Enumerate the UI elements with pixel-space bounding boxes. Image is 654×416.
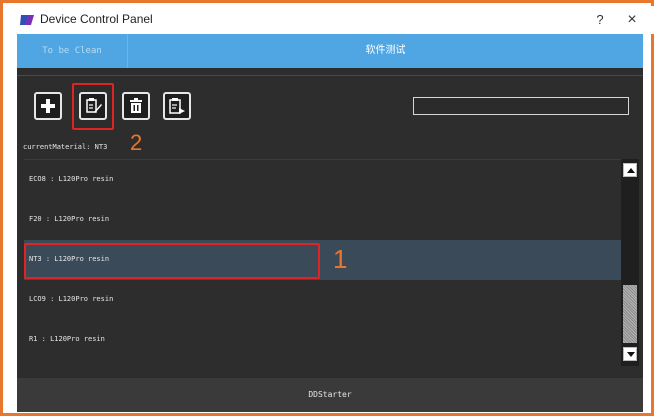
arrow-down-icon — [627, 352, 635, 357]
title-bar: Device Control Panel ? × — [6, 6, 654, 34]
tab-bar: To be Clean 软件测试 — [17, 34, 643, 68]
edit-button-highlight — [72, 83, 114, 130]
window-title: Device Control Panel — [40, 12, 153, 26]
clipboard-export-icon — [169, 98, 185, 114]
export-material-button[interactable] — [163, 92, 191, 120]
scroll-up-button[interactable] — [623, 163, 637, 177]
arrow-up-icon — [627, 168, 635, 173]
close-button[interactable]: × — [623, 10, 641, 30]
delete-material-button[interactable] — [122, 92, 150, 120]
callout-number-1: 1 — [333, 244, 348, 274]
callout-number-2: 2 — [130, 130, 143, 155]
list-item[interactable]: LCO9 : L120Pro resin — [24, 280, 621, 320]
help-button[interactable]: ? — [591, 10, 609, 30]
divider — [17, 75, 643, 76]
list-item-label: LCO9 : L120Pro resin — [29, 295, 114, 303]
list-item[interactable]: R1 : L120Pro resin — [24, 320, 621, 360]
material-workspace: 2 currentMaterial: NT3 ECO8 : L120Pro re… — [17, 68, 643, 378]
selected-row-highlight — [24, 243, 320, 279]
list-item[interactable]: ECO8 : L120Pro resin — [24, 160, 621, 200]
list-item-label: R1 : L120Pro resin — [29, 335, 105, 343]
plus-icon — [41, 99, 55, 113]
list-item[interactable]: F20 : L120Pro resin — [24, 200, 621, 240]
scroll-thumb[interactable] — [623, 285, 637, 343]
list-item-label: ECO8 : L120Pro resin — [29, 175, 114, 183]
status-text: DDStarter — [308, 390, 352, 399]
status-bar: DDStarter — [17, 378, 643, 412]
tab-software-test[interactable]: 软件测试 — [128, 34, 643, 68]
trash-icon — [130, 98, 142, 113]
scroll-down-button[interactable] — [623, 347, 637, 361]
list-scrollbar[interactable] — [621, 159, 639, 366]
list-item-label: F20 : L120Pro resin — [29, 215, 110, 223]
app-logo-icon — [20, 15, 34, 25]
window-frame: Device Control Panel ? × To be Clean 软件测… — [0, 0, 654, 416]
add-material-button[interactable] — [34, 92, 62, 120]
current-material-label: currentMaterial: NT3 — [23, 143, 108, 151]
search-input[interactable] — [413, 97, 629, 115]
tab-to-be-clean[interactable]: To be Clean — [17, 34, 128, 68]
